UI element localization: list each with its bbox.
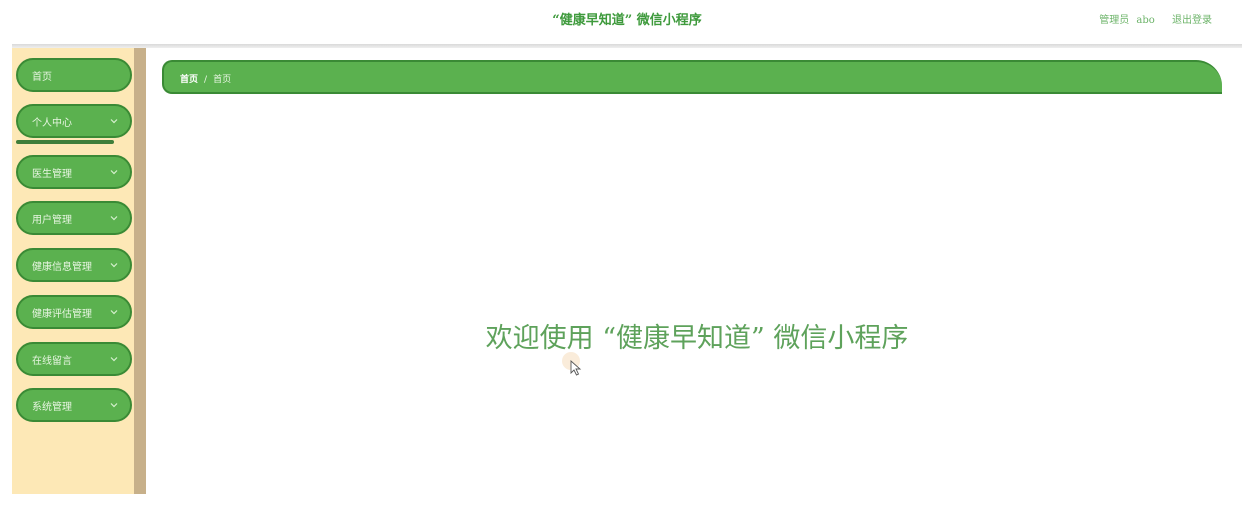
username: abo <box>1136 15 1155 26</box>
top-header: “健康早知道” 微信小程序 管理员 abo 退出登录 <box>0 0 1254 44</box>
sidebar-item-label: 医生管理 <box>32 168 72 180</box>
chevron-down-icon[interactable] <box>108 259 120 271</box>
sidebar-item-label: 个人中心 <box>32 117 72 129</box>
chevron-down-icon[interactable] <box>108 399 120 411</box>
breadcrumb: 首页 / 首页 <box>180 72 231 85</box>
user-area: 管理员 abo 退出登录 <box>1099 11 1212 26</box>
sidebar-item-user-management[interactable]: 用户管理 <box>16 201 132 235</box>
breadcrumb-current: 首页 <box>213 75 232 85</box>
active-indicator <box>16 140 114 144</box>
sidebar-item-health-info-management[interactable]: 健康信息管理 <box>16 248 132 282</box>
chevron-down-icon[interactable] <box>108 115 120 127</box>
sidebar-item-label: 系统管理 <box>32 401 72 413</box>
logout-link[interactable]: 退出登录 <box>1172 15 1212 26</box>
sidebar-item-home[interactable]: 首页 <box>16 58 132 92</box>
breadcrumb-bar: 首页 / 首页 <box>162 60 1222 94</box>
sidebar-item-label: 用户管理 <box>32 214 72 226</box>
breadcrumb-separator: / <box>204 75 208 85</box>
user-role: 管理员 <box>1099 15 1130 26</box>
chevron-down-icon[interactable] <box>108 212 120 224</box>
chevron-down-icon[interactable] <box>108 166 120 178</box>
breadcrumb-home-link[interactable]: 首页 <box>180 75 198 85</box>
welcome-message: 欢迎使用 “健康早知道” 微信小程序 <box>485 323 909 354</box>
header-divider <box>12 44 1242 48</box>
sidebar-item-doctor-management[interactable]: 医生管理 <box>16 155 132 189</box>
sidebar-edge <box>134 48 146 494</box>
mouse-cursor-icon <box>570 360 582 376</box>
sidebar-item-profile[interactable]: 个人中心 <box>16 104 132 138</box>
sidebar-item-system-management[interactable]: 系统管理 <box>16 388 132 422</box>
sidebar-item-label: 首页 <box>32 71 52 83</box>
sidebar-item-label: 健康信息管理 <box>32 261 92 273</box>
app-title: “健康早知道” 微信小程序 <box>552 13 702 28</box>
